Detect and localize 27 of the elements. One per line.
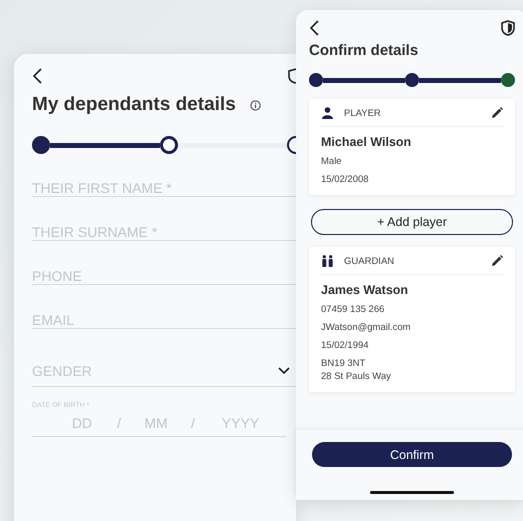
pencil-icon[interactable] [491, 107, 503, 119]
confirm-button[interactable]: Confirm [312, 442, 512, 467]
date-separator: / [117, 414, 121, 430]
people-icon [321, 255, 334, 267]
detail-text: 28 St Pauls Way [321, 371, 392, 382]
detail-text: 15/02/1994 [321, 340, 370, 351]
card-label: GUARDIAN [344, 256, 396, 266]
detail-text: 07459 135 266 [321, 304, 386, 315]
info-icon[interactable] [250, 100, 261, 110]
add-player-button[interactable]: + Add player [311, 209, 513, 235]
shield-icon[interactable] [501, 20, 515, 36]
detail-text: 15/02/2008 [321, 174, 370, 185]
pencil-icon[interactable] [491, 255, 503, 267]
person-name: Michael Wilson [321, 135, 412, 149]
screen-title: Confirm details [309, 42, 420, 59]
shield-icon[interactable] [288, 68, 296, 84]
detail-text: JWatson@gmail.com [321, 322, 412, 333]
chevron-down-icon [278, 367, 290, 375]
detail-text: Male [321, 156, 343, 167]
person-icon [321, 107, 334, 119]
date-separator: / [191, 414, 195, 430]
back-icon[interactable] [32, 68, 44, 84]
card-label: PLAYER [344, 108, 382, 118]
person-name: James Watson [321, 283, 410, 297]
back-icon[interactable] [309, 20, 321, 36]
detail-text: BN19 3NT [321, 358, 366, 369]
screen-title: My dependants details [32, 94, 236, 116]
